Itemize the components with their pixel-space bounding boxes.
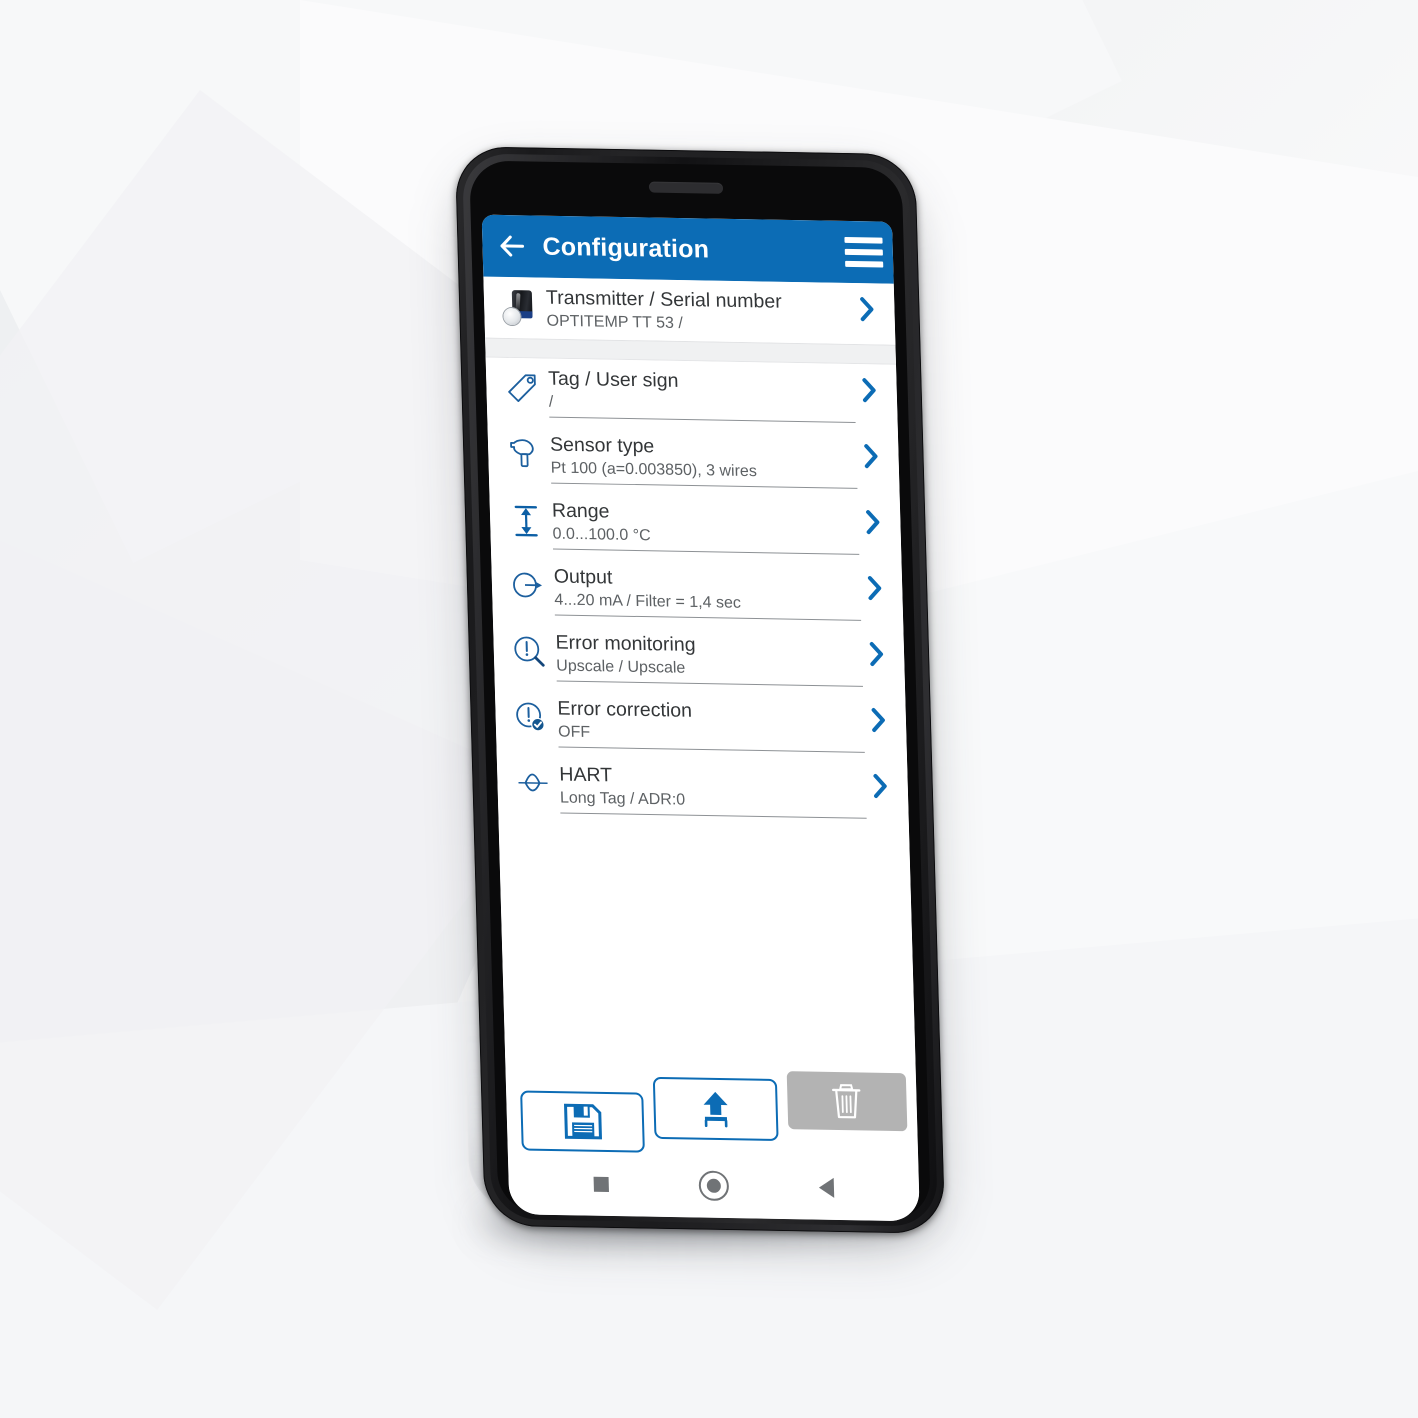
back-arrow-icon[interactable]	[496, 231, 527, 262]
field-underline	[556, 680, 863, 687]
error-magnifier-icon	[507, 631, 552, 670]
list-item-title: Sensor type	[549, 433, 655, 458]
list-item-title: Output	[553, 565, 613, 589]
chevron-right-icon[interactable]	[865, 769, 896, 802]
output-loop-icon	[505, 565, 550, 602]
list-item-tag-user-sign[interactable]: Tag / User sign /	[485, 357, 898, 431]
list-item-hart[interactable]: HART Long Tag / ADR:0	[496, 753, 909, 827]
chevron-right-icon[interactable]	[860, 571, 891, 604]
phone-body: Configuration Transmitter / Serial numbe…	[454, 146, 946, 1234]
square-recent-icon[interactable]	[593, 1176, 609, 1192]
delete-button	[786, 1071, 908, 1132]
list-item-title: Error correction	[557, 697, 693, 722]
list-item-output[interactable]: Output 4...20 mA / Filter = 1,4 sec	[491, 555, 904, 629]
circle-home-icon[interactable]	[698, 1170, 730, 1202]
phone-screen: Configuration Transmitter / Serial numbe…	[481, 214, 920, 1222]
phone-mockup: Configuration Transmitter / Serial numbe…	[454, 146, 946, 1244]
field-underline	[551, 482, 858, 489]
list-item-value: OFF	[557, 723, 591, 742]
field-underline	[552, 548, 860, 555]
android-nav-bar	[507, 1156, 920, 1222]
field-underline	[554, 614, 862, 621]
chevron-right-icon[interactable]	[852, 292, 883, 325]
app-bar: Configuration	[481, 214, 894, 284]
configuration-list[interactable]: Transmitter / Serial number OPTITEMP TT …	[483, 276, 916, 1066]
list-item-title: Error monitoring	[555, 631, 696, 656]
list-item-value: /	[548, 393, 554, 411]
page-title: Configuration	[542, 232, 710, 264]
chevron-right-icon[interactable]	[854, 373, 885, 406]
error-check-icon	[509, 697, 554, 736]
hart-wave-icon	[511, 763, 556, 798]
chevron-right-icon[interactable]	[862, 637, 893, 670]
field-underline	[549, 416, 856, 423]
tag-icon	[500, 367, 545, 406]
list-item-title: Tag / User sign	[547, 367, 679, 392]
range-arrows-icon	[504, 499, 549, 540]
list-item-title: Range	[551, 499, 610, 523]
transmitter-device-icon	[498, 286, 543, 327]
sensor-probe-icon	[502, 433, 547, 474]
chevron-right-icon[interactable]	[856, 439, 887, 472]
field-underline	[558, 746, 865, 753]
list-item-value: Upscale / Upscale	[556, 657, 686, 677]
screenshot-stage: Configuration Transmitter / Serial numbe…	[0, 0, 1418, 1418]
list-item-value: 0.0...100.0 °C	[552, 525, 651, 545]
earpiece-speaker	[648, 181, 724, 194]
trash-bin-icon	[832, 1084, 861, 1119]
upload-arrow-icon	[703, 1091, 728, 1128]
list-item-value: OPTITEMP TT 53 /	[546, 312, 684, 333]
list-item-range[interactable]: Range 0.0...100.0 °C	[489, 489, 902, 563]
chevron-right-icon[interactable]	[858, 505, 889, 538]
list-empty-space	[498, 819, 916, 1066]
list-item-value: Pt 100 (a=0.003850), 3 wires	[550, 459, 758, 481]
save-button[interactable]	[520, 1090, 646, 1153]
bottom-toolbar	[505, 1058, 919, 1164]
list-item-title: Transmitter / Serial number	[545, 286, 783, 313]
list-item-value: Long Tag / ADR:0	[559, 789, 686, 809]
chevron-right-icon[interactable]	[863, 703, 894, 736]
triangle-back-icon[interactable]	[818, 1177, 835, 1198]
floppy-disk-icon	[563, 1103, 602, 1140]
list-item-title: HART	[558, 763, 613, 787]
field-underline	[560, 812, 867, 819]
upload-button[interactable]	[653, 1076, 779, 1141]
list-item-transmitter[interactable]: Transmitter / Serial number OPTITEMP TT …	[483, 276, 896, 345]
list-item-sensor-type[interactable]: Sensor type Pt 100 (a=0.003850), 3 wires	[487, 423, 900, 497]
list-item-error-correction[interactable]: Error correction OFF	[494, 687, 908, 761]
list-item-error-monitoring[interactable]: Error monitoring Upscale / Upscale	[493, 621, 906, 695]
list-item-value: 4...20 mA / Filter = 1,4 sec	[554, 591, 742, 612]
hamburger-menu-icon[interactable]	[844, 236, 884, 268]
